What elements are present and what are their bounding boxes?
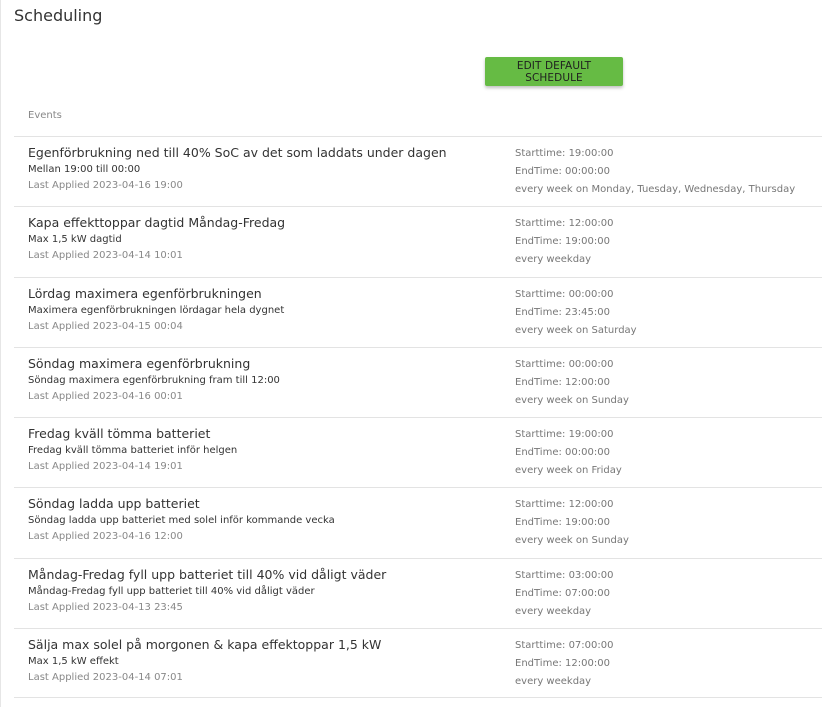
event-start-time: Starttime: 19:00:00	[515, 429, 614, 441]
event-title: Fredag kväll tömma batteriet	[28, 426, 211, 442]
event-title: Kapa effekttoppar dagtid Måndag-Fredag	[28, 215, 286, 231]
event-last-applied: Last Applied 2023-04-15 00:04	[28, 320, 183, 332]
event-start-time: Starttime: 12:00:00	[515, 218, 614, 230]
event-description: Söndag maximera egenförbrukning fram til…	[28, 374, 280, 386]
event-row[interactable]: Egenförbrukning ned till 40% SoC av det …	[14, 136, 822, 206]
event-description: Max 1,5 kW effekt	[28, 656, 119, 668]
events-list: Egenförbrukning ned till 40% SoC av det …	[14, 136, 822, 699]
event-end-time: EndTime: 12:00:00	[515, 376, 610, 388]
event-description: Maximera egenförbrukningen lördagar hela…	[28, 304, 285, 316]
event-description: Fredag kväll tömma batteriet inför helge…	[28, 445, 238, 457]
event-end-time: EndTime: 19:00:00	[515, 517, 610, 529]
event-end-time: EndTime: 00:00:00	[515, 166, 610, 177]
scheduling-panel: Scheduling EDIT DEFAULT SCHEDULE Events …	[0, 0, 822, 707]
event-last-applied: Last Applied 2023-04-16 19:00	[28, 180, 183, 191]
event-description: Söndag ladda upp batteriet med solel inf…	[28, 515, 335, 527]
event-end-time: EndTime: 23:45:00	[515, 306, 610, 318]
event-end-time: EndTime: 12:00:00	[515, 658, 610, 670]
events-heading: Events	[28, 110, 62, 121]
event-last-applied: Last Applied 2023-04-13 23:45	[28, 601, 183, 613]
event-recurrence: every weekday	[515, 605, 592, 617]
event-start-time: Starttime: 19:00:00	[515, 148, 614, 159]
event-recurrence: every week on Saturday	[515, 324, 637, 336]
event-description: Mellan 19:00 till 00:00	[28, 164, 141, 175]
event-start-time: Starttime: 03:00:00	[515, 569, 614, 581]
event-last-applied: Last Applied 2023-04-14 19:01	[28, 461, 183, 473]
event-row[interactable]: Kapa effekttoppar dagtid Måndag-Fredag M…	[14, 206, 822, 276]
event-end-time: EndTime: 00:00:00	[515, 447, 610, 459]
page-title: Scheduling	[14, 6, 103, 25]
event-title: Lördag maximera egenförbrukningen	[28, 285, 262, 301]
event-recurrence: every week on Friday	[515, 465, 622, 477]
event-row[interactable]: Måndag-Fredag fyll upp batteriet till 40…	[14, 557, 822, 628]
event-recurrence: every week on Sunday	[515, 394, 629, 406]
event-last-applied: Last Applied 2023-04-14 07:01	[28, 672, 183, 684]
event-recurrence: every week on Monday, Tuesday, Wednesday…	[515, 184, 796, 195]
event-row[interactable]: Lördag maximera egenförbrukningen Maxime…	[14, 276, 822, 347]
event-start-time: Starttime: 00:00:00	[515, 288, 614, 300]
event-title: Egenförbrukning ned till 40% SoC av det …	[28, 145, 447, 160]
event-recurrence: every weekday	[515, 254, 592, 266]
event-row[interactable]: Sälja max solel på morgonen & kapa effek…	[14, 628, 822, 699]
event-row[interactable]: Söndag ladda upp batteriet Söndag ladda …	[14, 487, 822, 557]
event-row[interactable]: Söndag maximera egenförbrukning Söndag m…	[14, 346, 822, 417]
event-title: Söndag ladda upp batteriet	[28, 496, 200, 512]
event-last-applied: Last Applied 2023-04-16 12:00	[28, 531, 183, 543]
event-recurrence: every weekday	[515, 676, 592, 688]
event-start-time: Starttime: 12:00:00	[515, 499, 614, 511]
event-last-applied: Last Applied 2023-04-16 00:01	[28, 390, 183, 402]
event-description: Måndag-Fredag fyll upp batteriet till 40…	[28, 585, 315, 597]
event-recurrence: every week on Sunday	[515, 535, 629, 547]
event-end-time: EndTime: 07:00:00	[515, 587, 610, 599]
event-start-time: Starttime: 07:00:00	[515, 640, 614, 652]
event-end-time: EndTime: 19:00:00	[515, 236, 610, 248]
event-description: Max 1,5 kW dagtid	[28, 234, 122, 246]
event-title: Måndag-Fredag fyll upp batteriet till 40…	[28, 566, 387, 582]
edit-default-schedule-button[interactable]: EDIT DEFAULT SCHEDULE	[485, 57, 623, 86]
event-row[interactable]: Fredag kväll tömma batteriet Fredag kväl…	[14, 417, 822, 487]
event-last-applied: Last Applied 2023-04-14 10:01	[28, 250, 183, 262]
event-title: Sälja max solel på morgonen & kapa effek…	[28, 637, 382, 653]
event-start-time: Starttime: 00:00:00	[515, 358, 614, 370]
event-title: Söndag maximera egenförbrukning	[28, 355, 251, 371]
